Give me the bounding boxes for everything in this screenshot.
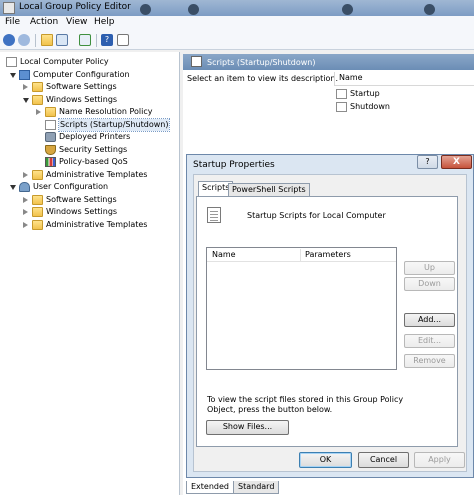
tab-extended[interactable]: Extended — [186, 481, 234, 494]
tree-item-label: Administrative Templates — [46, 169, 148, 179]
folder-icon — [32, 219, 43, 230]
tree-item-label: Software Settings — [46, 82, 117, 91]
menu-help[interactable]: Help — [94, 17, 115, 27]
list-item-label: Startup — [350, 89, 380, 98]
show-files-button[interactable]: Show Files... — [206, 420, 289, 435]
remove-button[interactable]: Remove — [404, 354, 455, 368]
collapse-arrow-icon[interactable] — [10, 185, 16, 190]
toolbar — [0, 31, 474, 50]
tree-item-label: Deployed Printers — [59, 132, 131, 141]
folder-icon — [32, 94, 43, 105]
tab-powershell-scripts[interactable]: PowerShell Scripts — [228, 183, 310, 196]
script-icon — [45, 119, 56, 130]
cancel-button[interactable]: Cancel — [358, 452, 409, 468]
tree-item-label: Software Settings — [46, 194, 117, 204]
scripts-list-header: Name Parameters — [207, 248, 396, 262]
folder-icon — [32, 194, 43, 205]
expand-arrow-icon[interactable] — [36, 109, 41, 115]
column-divider — [300, 249, 301, 261]
computer-icon — [19, 69, 30, 80]
export-list-icon[interactable] — [79, 34, 91, 46]
edit-button[interactable]: Edit... — [404, 334, 455, 348]
expand-arrow-icon[interactable] — [23, 221, 28, 228]
shield-icon — [45, 144, 56, 155]
script-document-icon — [207, 207, 221, 223]
title-decor-icon — [188, 4, 199, 15]
add-button[interactable]: Add... — [404, 313, 455, 327]
toolbar-separator — [35, 34, 36, 47]
folder-icon — [45, 107, 56, 117]
tree-item-label: Name Resolution Policy — [59, 107, 153, 116]
chart-icon — [45, 157, 56, 167]
tab-standard[interactable]: Standard — [233, 481, 280, 494]
dialog-title: Startup Properties — [193, 160, 275, 170]
expand-arrow-icon[interactable] — [23, 171, 28, 178]
up-folder-icon[interactable] — [41, 34, 53, 46]
properties-icon[interactable] — [117, 34, 129, 46]
folder-icon — [32, 82, 43, 92]
user-icon — [19, 182, 30, 192]
printer-icon — [45, 132, 56, 142]
menu-file[interactable]: File — [5, 17, 20, 27]
info-text: To view the script files stored in this … — [207, 395, 404, 414]
down-button[interactable]: Down — [404, 277, 455, 291]
description-text: Select an item to view its description. — [187, 74, 338, 83]
folder-icon — [32, 207, 43, 217]
tree-item-label: Windows Settings — [46, 207, 118, 216]
up-button[interactable]: Up — [404, 261, 455, 275]
help-icon[interactable]: ? — [101, 34, 113, 46]
list-item-label: Shutdown — [350, 102, 390, 111]
script-icon — [336, 89, 347, 99]
dialog-close-button[interactable]: X — [441, 155, 472, 169]
script-icon — [336, 102, 347, 112]
collapse-arrow-icon[interactable] — [23, 97, 29, 103]
column-header-name[interactable]: Name — [212, 250, 236, 259]
tree-item-label: Security Settings — [59, 144, 128, 154]
forward-arrow-icon[interactable] — [18, 34, 30, 46]
dialog-help-button[interactable]: ? — [417, 155, 438, 169]
app-icon — [3, 2, 15, 14]
script-icon — [191, 56, 202, 67]
back-arrow-icon[interactable] — [3, 34, 15, 46]
expand-arrow-icon[interactable] — [23, 209, 28, 215]
tree-item-label: Local Computer Policy — [20, 57, 109, 66]
scripts-list[interactable] — [206, 247, 397, 370]
tree-item-label: User Configuration — [33, 182, 109, 191]
title-decor-icon — [140, 4, 151, 15]
column-header-name[interactable]: Name — [334, 72, 474, 86]
tree-item-label: Scripts (Startup/Shutdown) — [57, 117, 171, 132]
ok-button[interactable]: OK — [299, 452, 352, 468]
expand-arrow-icon[interactable] — [23, 84, 28, 90]
folder-icon — [32, 169, 43, 180]
tree-item-label: Administrative Templates — [46, 219, 148, 229]
menu-view[interactable]: View — [66, 17, 87, 27]
column-header-parameters[interactable]: Parameters — [305, 250, 351, 259]
column-header-label: Name — [339, 73, 363, 82]
tree-item-label: Computer Configuration — [33, 69, 130, 79]
show-hide-tree-icon[interactable] — [56, 34, 68, 46]
menu-action[interactable]: Action — [30, 17, 58, 27]
tree-item-label: Policy-based QoS — [59, 157, 128, 166]
toolbar-separator — [96, 34, 97, 47]
apply-button[interactable]: Apply — [414, 452, 465, 468]
script-heading: Startup Scripts for Local Computer — [247, 211, 386, 220]
title-decor-icon — [342, 4, 353, 15]
title-decor-icon — [424, 4, 435, 15]
tree-item-label: Windows Settings — [46, 94, 118, 104]
expand-arrow-icon[interactable] — [23, 196, 28, 203]
collapse-arrow-icon[interactable] — [10, 72, 16, 78]
details-title: Scripts (Startup/Shutdown) — [207, 58, 316, 67]
document-icon — [6, 57, 17, 67]
window-title: Local Group Policy Editor — [19, 2, 131, 12]
